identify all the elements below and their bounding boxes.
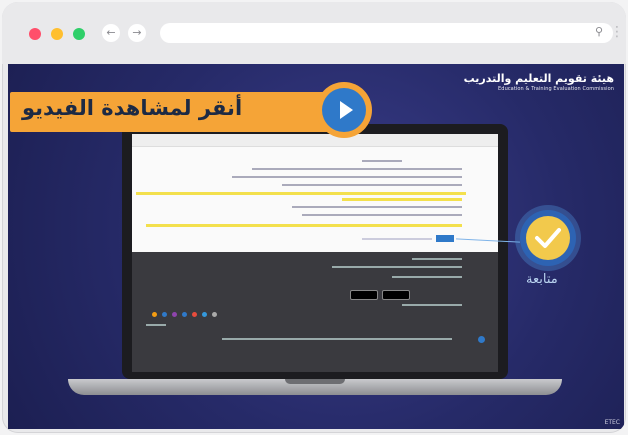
follow-callout bbox=[520, 210, 576, 266]
minimize-window-button[interactable] bbox=[51, 28, 63, 40]
forward-button[interactable]: → bbox=[128, 24, 146, 42]
menu-kebab-icon[interactable]: ⋮ bbox=[610, 24, 624, 40]
arrow-left-icon: ← bbox=[106, 26, 116, 39]
browser-toolbar: ← → ⚲ ⋮ bbox=[2, 2, 626, 64]
browser-window: ← → ⚲ ⋮ هيئة تقويم التعليم والتدريب Educ… bbox=[2, 2, 626, 433]
laptop-illustration bbox=[122, 124, 508, 379]
back-button[interactable]: ← bbox=[102, 24, 120, 42]
watch-video-cta[interactable]: أنقر لمشاهدة الفيديو bbox=[10, 82, 372, 138]
etec-logo: هيئة تقويم التعليم والتدريب Education & … bbox=[464, 72, 614, 92]
maximize-window-button[interactable] bbox=[73, 28, 85, 40]
search-icon: ⚲ bbox=[594, 25, 603, 38]
play-icon bbox=[340, 101, 353, 119]
play-button[interactable] bbox=[316, 82, 372, 138]
corner-badge: ETEC bbox=[604, 419, 620, 426]
screen-footer bbox=[132, 252, 498, 372]
laptop-screen bbox=[132, 134, 498, 372]
logo-arabic-text: هيئة تقويم التعليم والتدريب bbox=[463, 72, 614, 85]
address-bar[interactable]: ⚲ bbox=[160, 23, 613, 43]
follow-label: متابعة bbox=[526, 272, 558, 287]
checkmark-icon bbox=[526, 216, 570, 260]
arrow-right-icon: → bbox=[132, 26, 142, 39]
close-window-button[interactable] bbox=[29, 28, 41, 40]
video-player[interactable]: هيئة تقويم التعليم والتدريب Education & … bbox=[8, 64, 624, 429]
cta-label[interactable]: أنقر لمشاهدة الفيديو bbox=[22, 96, 322, 120]
logo-english-text: Education & Training Evaluation Commissi… bbox=[498, 86, 614, 92]
